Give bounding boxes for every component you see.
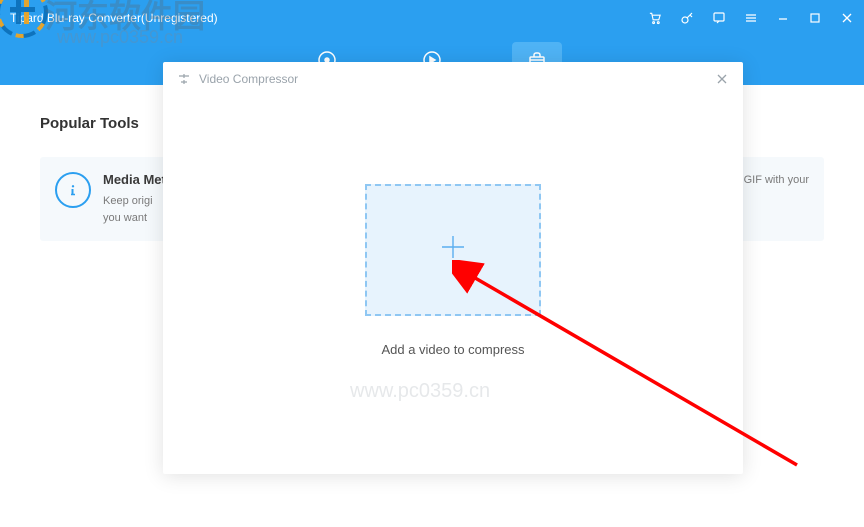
maximize-icon[interactable] xyxy=(808,11,822,25)
title-bar: Tipard Blu-ray Converter(Unregistered) xyxy=(0,0,864,35)
modal-close-icon[interactable] xyxy=(715,72,729,86)
close-icon[interactable] xyxy=(840,11,854,25)
minimize-icon[interactable] xyxy=(776,11,790,25)
compressor-icon xyxy=(177,72,191,86)
cart-icon[interactable] xyxy=(648,11,662,25)
info-icon xyxy=(55,172,91,208)
feedback-icon[interactable] xyxy=(712,11,726,25)
key-icon[interactable] xyxy=(680,11,694,25)
modal-title: Video Compressor xyxy=(199,72,298,86)
title-bar-icons xyxy=(648,11,854,25)
modal-body: Add a video to compress xyxy=(163,96,743,474)
add-video-drop-zone[interactable] xyxy=(365,184,541,316)
modal-header: Video Compressor xyxy=(163,62,743,96)
app-title: Tipard Blu-ray Converter(Unregistered) xyxy=(10,11,648,25)
plus-icon xyxy=(436,230,470,269)
drop-zone-label: Add a video to compress xyxy=(381,342,524,357)
video-compressor-modal: Video Compressor Add a video to compress xyxy=(163,62,743,474)
menu-icon[interactable] xyxy=(744,11,758,25)
